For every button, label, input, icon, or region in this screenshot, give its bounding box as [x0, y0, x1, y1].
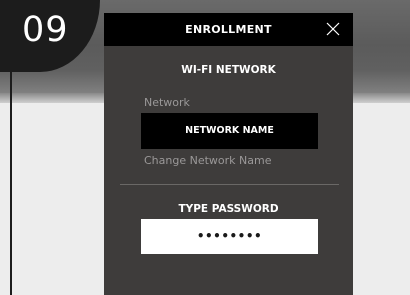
- step-number: 09: [22, 10, 69, 50]
- close-icon: [326, 22, 340, 36]
- change-network-name-link[interactable]: Change Network Name: [144, 154, 272, 167]
- enrollment-modal: ENROLLMENT WI-FI NETWORK Network NETWORK…: [104, 13, 353, 295]
- network-name-field[interactable]: NETWORK NAME: [141, 113, 318, 149]
- section-divider: [120, 184, 339, 185]
- modal-header: ENROLLMENT: [104, 13, 353, 46]
- password-input[interactable]: ••••••••: [141, 219, 318, 254]
- network-label: Network: [144, 96, 190, 109]
- type-password-heading: TYPE PASSWORD: [178, 203, 279, 215]
- wifi-network-heading: WI-FI NETWORK: [181, 64, 276, 76]
- close-button[interactable]: [325, 21, 341, 37]
- modal-title: ENROLLMENT: [185, 23, 272, 36]
